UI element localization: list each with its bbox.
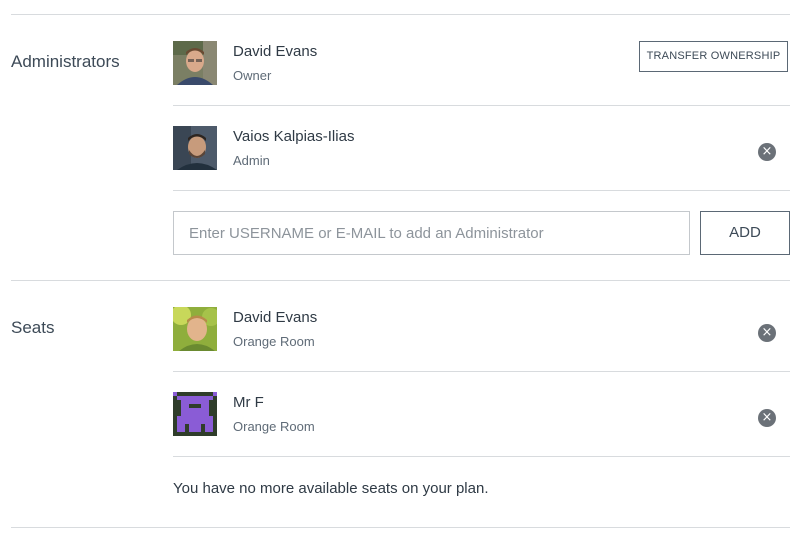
add-administrator-input[interactable]: [173, 211, 690, 255]
seats-limit-note: You have no more available seats on your…: [173, 480, 489, 497]
seat-row: David Evans Orange Room ×: [173, 307, 790, 353]
seat-avatar: [173, 307, 217, 351]
seats-section-label: Seats: [11, 318, 55, 337]
remove-seat-icon[interactable]: ×: [758, 409, 776, 427]
admin-avatar: [173, 41, 217, 85]
remove-seat-icon[interactable]: ×: [758, 324, 776, 342]
seat-room: Orange Room: [233, 334, 315, 349]
row-divider: [173, 456, 790, 457]
row-divider: [173, 190, 790, 191]
admin-row: Vaios Kalpias-Ilias Admin ×: [173, 126, 790, 172]
admin-name: Vaios Kalpias-Ilias: [233, 128, 355, 145]
row-divider: [173, 105, 790, 106]
admin-role: Owner: [233, 68, 272, 83]
section-divider: [11, 280, 790, 281]
transfer-ownership-button[interactable]: TRANSFER OWNERSHIP: [639, 41, 788, 72]
row-divider: [173, 371, 790, 372]
admin-name: David Evans: [233, 43, 318, 60]
pixel-monster-avatar: [173, 392, 217, 436]
administrators-section-label: Administrators: [11, 52, 120, 71]
admin-role: Admin: [233, 153, 270, 168]
seat-row: Mr F Orange Room ×: [173, 392, 790, 438]
seat-room: Orange Room: [233, 419, 315, 434]
seat-name: David Evans: [233, 309, 318, 326]
add-administrator-button[interactable]: ADD: [700, 211, 790, 255]
admin-avatar: [173, 126, 217, 170]
remove-admin-icon[interactable]: ×: [758, 143, 776, 161]
section-divider: [11, 14, 790, 15]
section-divider: [11, 527, 790, 528]
seat-name: Mr F: [233, 394, 264, 411]
